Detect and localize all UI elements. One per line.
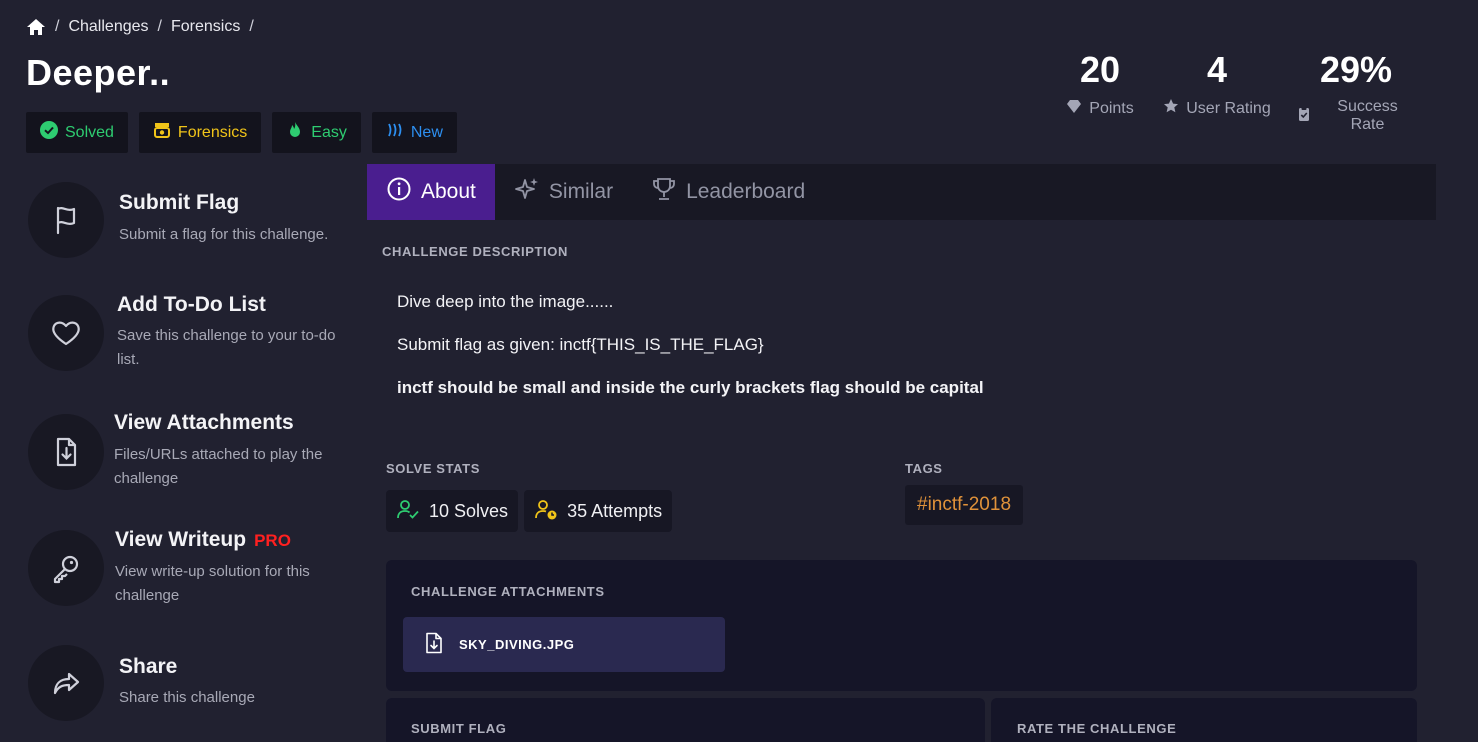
sparkles-icon <box>514 176 540 208</box>
sidebar-title-text: View Writeup <box>115 528 247 551</box>
breadcrumb-separator: / <box>249 18 254 35</box>
pro-badge: PRO <box>254 531 291 550</box>
tab-label: Similar <box>548 180 614 203</box>
description-line: Dive deep into the image...... <box>397 292 614 311</box>
solved-label: Solved <box>65 123 114 141</box>
clipboard-check-icon <box>1296 106 1312 127</box>
solved-badge: Solved <box>26 112 128 153</box>
heart-icon <box>28 295 104 371</box>
attempts-count: 35 Attempts <box>524 490 673 532</box>
sidebar-title: Submit Flag <box>119 191 240 214</box>
solves-label: 10 Solves <box>429 500 509 521</box>
breadcrumb-separator: / <box>157 18 162 35</box>
file-download-icon <box>423 632 445 657</box>
description-line: inctf should be small and inside the cur… <box>397 378 984 397</box>
sidebar-description: Share this challenge <box>119 689 255 706</box>
tab-leaderboard[interactable]: Leaderboard <box>632 164 824 220</box>
rating-value: 4 <box>1206 49 1228 90</box>
diamond-icon <box>1066 98 1082 119</box>
breadcrumb-forensics[interactable]: Forensics <box>171 18 240 36</box>
sidebar-description: Save this challenge to your to-do list. <box>117 327 336 368</box>
trophy-icon <box>651 176 677 208</box>
flame-icon <box>286 121 304 144</box>
description-heading: CHALLENGE DESCRIPTION <box>382 244 568 259</box>
sidebar-title: Share <box>119 655 178 678</box>
rate-challenge-heading: RATE THE CHALLENGE <box>1017 721 1177 736</box>
sidebar-description: Files/URLs attached to play the challeng… <box>114 446 323 487</box>
breadcrumb-separator: / <box>55 18 60 35</box>
tab-similar[interactable]: Similar <box>495 164 632 220</box>
info-icon <box>386 176 412 208</box>
difficulty-label: Easy <box>311 123 347 141</box>
tab-label: About <box>421 180 476 203</box>
forensics-icon <box>153 121 171 144</box>
points-stat: 20 Points <box>1062 48 1138 119</box>
page-title: Deeper.. <box>26 52 171 93</box>
tag-item[interactable]: #inctf-2018 <box>905 485 1024 525</box>
attempts-label: 35 Attempts <box>567 500 663 521</box>
solve-stats-heading: SOLVE STATS <box>386 461 480 476</box>
submit-flag-heading: SUBMIT FLAG <box>411 721 507 736</box>
attachment-file-button[interactable]: SKY_DIVING.JPG <box>403 617 725 672</box>
tags-heading: TAGS <box>905 461 943 476</box>
sidebar-description: Submit a flag for this challenge. <box>119 226 329 243</box>
file-download-icon <box>28 414 104 490</box>
success-stat: 29% Success Rate <box>1296 48 1416 134</box>
challenge-badges: Solved Forensics Easy New <box>26 112 457 153</box>
success-value: 29% <box>1319 49 1393 90</box>
star-icon <box>1163 98 1179 119</box>
sidebar-title: View Attachments <box>114 411 294 434</box>
rating-label: User Rating <box>1186 99 1271 117</box>
success-label: Success Rate <box>1337 98 1398 133</box>
new-waves-icon <box>386 121 404 144</box>
attachment-filename: SKY_DIVING.JPG <box>459 637 575 652</box>
tab-about[interactable]: About <box>367 164 495 220</box>
solves-count: 10 Solves <box>386 490 519 532</box>
rating-stat: 4 User Rating <box>1162 48 1272 119</box>
flag-icon <box>28 182 104 258</box>
share-icon <box>28 645 104 721</box>
status-badge: New <box>371 112 457 153</box>
description-line: Submit flag as given: inctf{THIS_IS_THE_… <box>397 335 764 354</box>
category-label: Forensics <box>177 123 248 141</box>
breadcrumb-challenges[interactable]: Challenges <box>68 18 148 36</box>
user-clock-icon <box>534 497 558 526</box>
solve-stats: 10 Solves 35 Attempts <box>386 490 673 532</box>
tab-label: Leaderboard <box>686 180 806 203</box>
points-value: 20 <box>1079 49 1121 90</box>
status-label: New <box>410 123 443 141</box>
tab-bar: About Similar Leaderboard <box>367 164 1436 220</box>
user-check-icon <box>396 497 420 526</box>
attachments-heading: CHALLENGE ATTACHMENTS <box>411 584 605 599</box>
check-circle-icon <box>40 121 58 144</box>
home-icon[interactable] <box>26 18 46 36</box>
difficulty-badge: Easy <box>272 112 361 153</box>
category-badge[interactable]: Forensics <box>138 112 262 153</box>
sidebar-title: Add To-Do List <box>117 293 266 316</box>
key-icon <box>28 530 104 606</box>
sidebar-description: View write-up solution for this challeng… <box>115 563 310 604</box>
breadcrumb: / Challenges / Forensics / <box>26 16 263 38</box>
sidebar-title: View Writeup PRO <box>115 528 291 552</box>
points-label: Points <box>1089 99 1134 117</box>
